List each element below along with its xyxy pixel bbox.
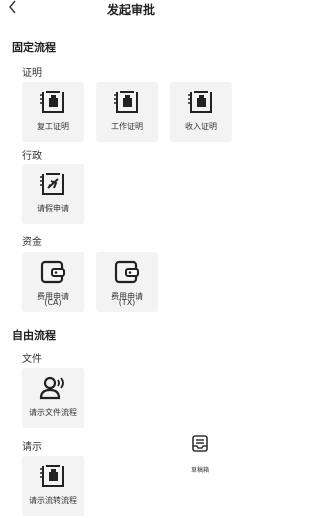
tile-label: 收入证明 bbox=[185, 122, 217, 131]
group-title-files: 文件 bbox=[22, 354, 42, 365]
wallet-icon bbox=[114, 260, 139, 284]
group-title-funds: 资金 bbox=[22, 237, 42, 248]
page-title: 发起审批 bbox=[106, 3, 155, 17]
section-title-fixed-flow: 固定流程 bbox=[12, 41, 56, 54]
group-title-request: 请示 bbox=[22, 442, 42, 453]
person-speaking-icon bbox=[39, 376, 64, 400]
group-title-certificate: 证明 bbox=[22, 68, 42, 79]
section-title-free-flow: 自由流程 bbox=[12, 329, 56, 342]
tile-expense-request-tx[interactable]: 费用申请 (TX) bbox=[96, 252, 158, 312]
tile-request-circulation-flow[interactable]: 请示流转流程 bbox=[22, 456, 84, 516]
document-airplane-icon bbox=[40, 173, 64, 195]
tile-label: 工作证明 bbox=[111, 122, 143, 131]
tile-label: 复工证明 bbox=[37, 122, 69, 131]
tile-label-line2: (CA) bbox=[44, 298, 62, 307]
tile-return-to-work-certificate[interactable]: 复工证明 bbox=[22, 82, 84, 142]
tile-employment-certificate[interactable]: 工作证明 bbox=[96, 82, 158, 142]
tile-label: 请假申请 bbox=[37, 204, 69, 213]
tile-income-certificate[interactable]: 收入证明 bbox=[170, 82, 232, 142]
document-stamp-icon bbox=[40, 91, 64, 113]
header-bar: 发起审批 bbox=[0, 0, 262, 22]
document-stamp-icon bbox=[40, 465, 64, 487]
tile-leave-request[interactable]: 请假申请 bbox=[22, 164, 84, 224]
drafts-button[interactable]: 草稿箱 bbox=[183, 435, 217, 475]
drafts-label: 草稿箱 bbox=[190, 467, 209, 474]
tile-label-line2: (TX) bbox=[118, 298, 136, 307]
tile-expense-request-ca[interactable]: 费用申请 (CA) bbox=[22, 252, 84, 312]
document-stamp-icon bbox=[188, 91, 212, 113]
document-stamp-icon bbox=[114, 91, 138, 113]
tile-label: 请示流转流程 bbox=[29, 496, 77, 505]
tile-label: 请示文件流程 bbox=[29, 408, 77, 417]
tile-request-file-flow[interactable]: 请示文件流程 bbox=[22, 368, 84, 428]
inbox-tray-icon bbox=[192, 435, 208, 452]
wallet-icon bbox=[40, 260, 65, 284]
group-title-administration: 行政 bbox=[22, 151, 42, 162]
